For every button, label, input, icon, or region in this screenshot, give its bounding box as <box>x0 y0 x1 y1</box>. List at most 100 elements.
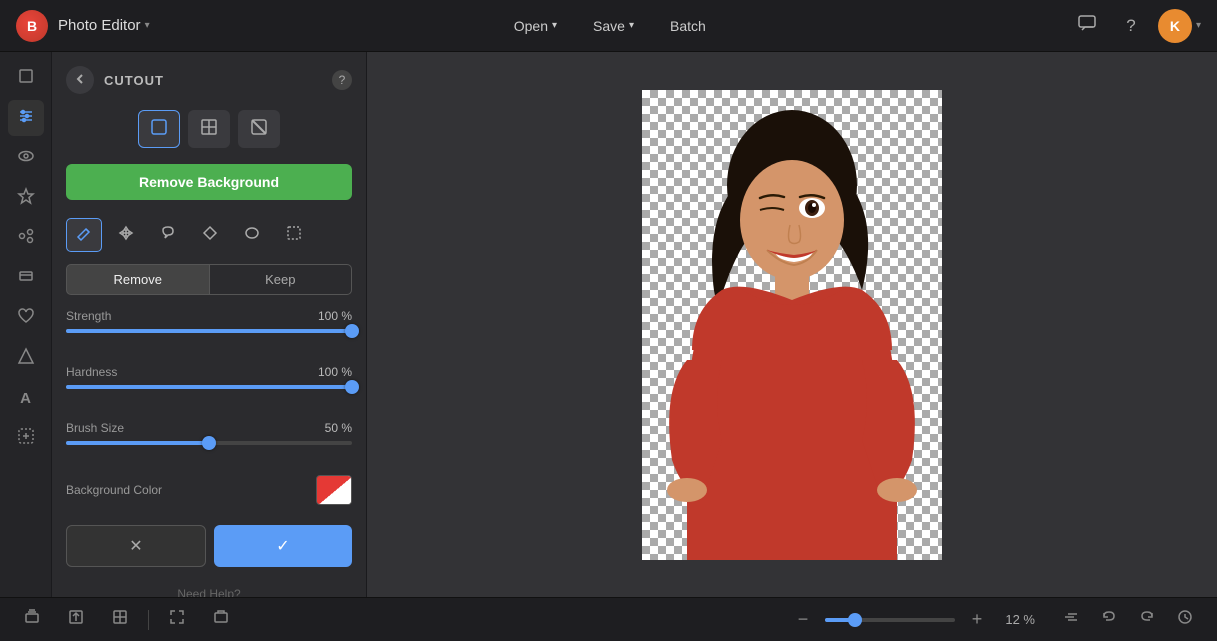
smart-cutout-button[interactable] <box>138 110 180 148</box>
erase-icon <box>249 117 269 142</box>
back-button[interactable] <box>66 66 94 94</box>
arrange-forward-icon <box>1062 608 1080 631</box>
oval-icon <box>244 225 260 246</box>
brush-size-track[interactable] <box>66 441 352 445</box>
strength-label: Strength <box>66 309 111 323</box>
user-arrow: ▾ <box>1196 20 1201 31</box>
arrange-forward-button[interactable] <box>1055 604 1087 636</box>
oval-select-button[interactable] <box>234 218 270 252</box>
sidebar-item-draw[interactable] <box>8 420 44 456</box>
grid-icon <box>111 608 129 631</box>
image-container <box>642 90 942 560</box>
tool-icons-row <box>52 104 366 154</box>
brush-tool-button[interactable] <box>66 218 102 252</box>
pencil-icon <box>76 225 92 246</box>
redo-icon <box>1138 608 1156 631</box>
remove-background-button[interactable]: Remove Background <box>66 164 352 200</box>
comment-icon <box>1077 13 1097 38</box>
rect-select-button[interactable] <box>192 218 228 252</box>
sidebar-item-layers[interactable] <box>8 260 44 296</box>
sidebar-item-hearts[interactable] <box>8 300 44 336</box>
zoom-out-button[interactable]: − <box>789 606 817 634</box>
brush-size-thumb[interactable] <box>202 436 216 450</box>
zoom-slider-thumb[interactable] <box>848 613 862 627</box>
strength-slider-section: Strength 100 % <box>52 299 366 355</box>
app-title-text: Photo Editor <box>58 17 141 34</box>
grid-button[interactable] <box>104 604 136 636</box>
topbar-center: Open ▾ Save ▾ Batch <box>150 12 1070 40</box>
confirm-cancel-row: ✕ ✓ <box>66 525 352 567</box>
lasso-tool-button[interactable] <box>150 218 186 252</box>
history-button[interactable] <box>1169 604 1201 636</box>
hardness-value: 100 % <box>318 365 352 379</box>
remove-keep-tabs: Remove Keep <box>66 264 352 295</box>
app-title-btn[interactable]: Photo Editor ▾ <box>58 17 150 34</box>
topbar: B Photo Editor ▾ Open ▾ Save ▾ Batch ? <box>0 0 1217 52</box>
hardness-track[interactable] <box>66 385 352 389</box>
save-button[interactable]: Save ▾ <box>579 12 648 40</box>
erase-button[interactable] <box>238 110 280 148</box>
smart-cutout-icon <box>149 117 169 142</box>
undo-button[interactable] <box>1093 604 1125 636</box>
hardness-slider-section: Hardness 100 % <box>52 355 366 411</box>
edited-image <box>642 90 942 560</box>
background-color-row: Background Color <box>52 467 366 513</box>
keep-tab[interactable]: Keep <box>210 264 353 295</box>
sidebar-item-text[interactable]: A <box>8 380 44 416</box>
app-logo: B <box>16 10 48 42</box>
fit-to-screen-button[interactable] <box>161 604 193 636</box>
hardness-thumb[interactable] <box>345 380 359 394</box>
sidebar-item-presets[interactable] <box>8 180 44 216</box>
sidebar-item-effects[interactable] <box>8 220 44 256</box>
topbar-right: ? K ▾ <box>1070 9 1201 43</box>
icon-strip: A <box>0 52 52 597</box>
strength-fill <box>66 329 352 333</box>
user-avatar[interactable]: K <box>1158 9 1192 43</box>
strength-track[interactable] <box>66 329 352 333</box>
canvas-area[interactable] <box>367 52 1217 597</box>
bottom-right-actions <box>1055 604 1201 636</box>
open-button[interactable]: Open ▾ <box>500 12 571 40</box>
actual-size-icon <box>212 608 230 631</box>
move-tool-button[interactable] <box>108 218 144 252</box>
bg-color-swatch[interactable] <box>316 475 352 505</box>
zoom-value: 12 % <box>999 612 1035 627</box>
hardness-fill <box>66 385 352 389</box>
strength-thumb[interactable] <box>345 324 359 338</box>
brush-size-fill <box>66 441 209 445</box>
shapes-icon <box>17 347 35 370</box>
confirm-button[interactable]: ✓ <box>214 525 352 567</box>
export-button[interactable] <box>60 604 92 636</box>
move-icon <box>118 225 134 246</box>
sidebar-item-adjustments[interactable] <box>8 100 44 136</box>
comment-button[interactable] <box>1070 9 1104 43</box>
back-icon <box>74 72 86 88</box>
redo-button[interactable] <box>1131 604 1163 636</box>
strength-value: 100 % <box>318 309 352 323</box>
layers-bottom-button[interactable] <box>16 604 48 636</box>
sidebar-item-crop[interactable] <box>8 60 44 96</box>
undo-icon <box>1100 608 1118 631</box>
need-help-link[interactable]: Need Help? <box>52 579 366 597</box>
help-button[interactable]: ? <box>1114 9 1148 43</box>
cutout-panel: CUTOUT ? <box>52 52 367 597</box>
sidebar-item-filter[interactable] <box>8 140 44 176</box>
sidebar-item-shapes[interactable] <box>8 340 44 376</box>
remove-tab[interactable]: Remove <box>66 264 210 295</box>
export-icon <box>67 608 85 631</box>
main-area: A CUTOUT ? <box>0 52 1217 597</box>
zoom-slider-track[interactable] <box>825 618 955 622</box>
text-icon: A <box>20 390 31 407</box>
dotted-rect-button[interactable] <box>276 218 312 252</box>
transform-cutout-button[interactable] <box>188 110 230 148</box>
cutout-help-button[interactable]: ? <box>332 70 352 90</box>
actual-size-button[interactable] <box>205 604 237 636</box>
zoom-in-button[interactable]: + <box>963 606 991 634</box>
star-icon <box>17 187 35 210</box>
cancel-button[interactable]: ✕ <box>66 525 206 567</box>
draw-icon <box>17 427 35 450</box>
eye-icon <box>17 147 35 170</box>
transform-icon <box>199 117 219 142</box>
batch-button[interactable]: Batch <box>656 12 720 40</box>
cutout-title: CUTOUT <box>104 73 322 88</box>
